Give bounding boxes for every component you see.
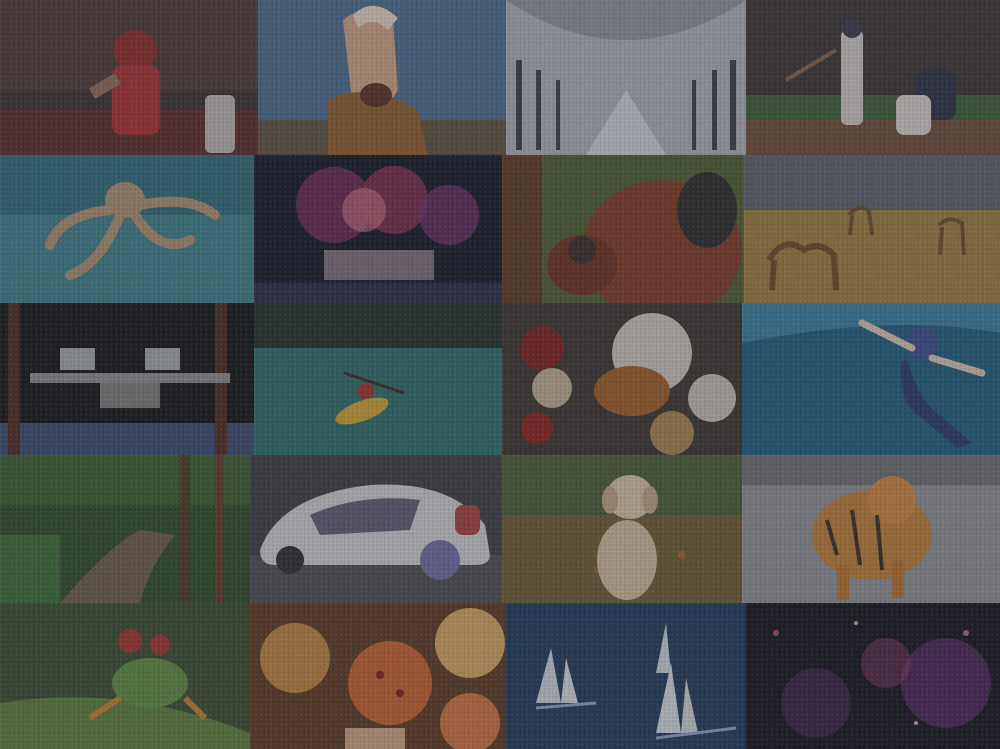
tile-baseball-batter: [746, 0, 1000, 155]
tile-concept-car: [250, 455, 502, 603]
tile-tiger-snow: [742, 455, 1000, 603]
tile-space-station: [0, 303, 254, 455]
tile-snowy-tree-avenue: [506, 0, 746, 155]
tile-horse: [258, 0, 506, 155]
tile-octopus: [0, 155, 254, 303]
tile-puppy: [502, 455, 742, 603]
tile-forest-boardwalk: [0, 455, 250, 603]
tile-tree-frog: [0, 603, 250, 749]
tile-camels-desert: [744, 155, 1000, 303]
tile-swimmer: [742, 303, 1000, 455]
tile-orangutan: [502, 155, 744, 303]
tile-dinner-table: [502, 303, 742, 455]
tile-galaxy: [746, 603, 1000, 749]
tile-pizza-table: [250, 603, 506, 749]
tile-fireworks: [254, 155, 502, 303]
tile-football-player: [0, 0, 258, 155]
photo-mosaic: [0, 0, 1000, 749]
tile-sailboats: [506, 603, 746, 749]
tile-kayak: [254, 303, 502, 455]
